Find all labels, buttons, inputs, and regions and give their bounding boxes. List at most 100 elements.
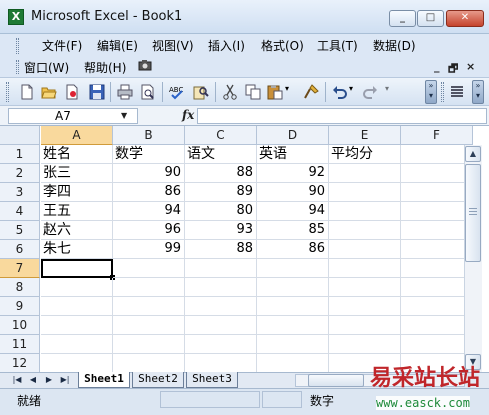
cell-f10[interactable]: [401, 316, 473, 335]
cell-c7[interactable]: [185, 259, 257, 278]
sheet-tab-sheet2[interactable]: Sheet2: [132, 372, 184, 388]
row-header-1[interactable]: 1: [0, 145, 40, 164]
cell-b4[interactable]: 94: [113, 202, 185, 221]
cell-b8[interactable]: [113, 278, 185, 297]
cell-e7[interactable]: [329, 259, 401, 278]
row-header-9[interactable]: 9: [0, 297, 40, 316]
name-box[interactable]: A7: [8, 108, 138, 124]
insert-function-icon[interactable]: fx: [182, 108, 194, 122]
print-icon[interactable]: [117, 84, 133, 100]
cell-a8[interactable]: [41, 278, 113, 297]
cell-b7[interactable]: [113, 259, 185, 278]
menu-help[interactable]: 帮助(H): [84, 59, 126, 76]
column-header-c[interactable]: C: [185, 126, 257, 145]
row-header-11[interactable]: 11: [0, 335, 40, 354]
cell-d1[interactable]: 英语: [257, 145, 329, 164]
cell-f6[interactable]: [401, 240, 473, 259]
menu-data[interactable]: 数据(D): [373, 37, 416, 54]
close-button[interactable]: ✕: [446, 10, 484, 27]
cell-c2[interactable]: 88: [185, 164, 257, 183]
cell-a4[interactable]: 王五: [41, 202, 113, 221]
print-preview-icon[interactable]: [140, 84, 156, 100]
row-header-6[interactable]: 6: [0, 240, 40, 259]
save-icon[interactable]: [89, 84, 105, 100]
cell-f4[interactable]: [401, 202, 473, 221]
column-header-d[interactable]: D: [257, 126, 329, 145]
cell-d7[interactable]: [257, 259, 329, 278]
formula-input[interactable]: [197, 108, 487, 124]
menu-edit[interactable]: 编辑(E): [97, 37, 138, 54]
menu-view[interactable]: 视图(V): [152, 37, 194, 54]
doc-close-button[interactable]: ×: [466, 60, 475, 73]
scroll-up-button[interactable]: ▲: [465, 146, 481, 162]
row-header-3[interactable]: 3: [0, 183, 40, 202]
cell-e6[interactable]: [329, 240, 401, 259]
menu-tools[interactable]: 工具(T): [317, 37, 358, 54]
vertical-scroll-thumb[interactable]: [465, 164, 481, 262]
row-header-12[interactable]: 12: [0, 354, 40, 372]
redo-dropdown-icon[interactable]: ▾: [385, 84, 401, 100]
menu-window[interactable]: 窗口(W): [24, 59, 69, 76]
cell-c10[interactable]: [185, 316, 257, 335]
cell-e10[interactable]: [329, 316, 401, 335]
cell-a7[interactable]: [41, 259, 113, 278]
cell-b11[interactable]: [113, 335, 185, 354]
cell-e4[interactable]: [329, 202, 401, 221]
column-header-a[interactable]: A: [41, 126, 113, 145]
paste-dropdown-icon[interactable]: ▾: [285, 84, 301, 100]
row-header-10[interactable]: 10: [0, 316, 40, 335]
cut-icon[interactable]: [222, 84, 238, 100]
row-header-4[interactable]: 4: [0, 202, 40, 221]
menu-grip-row2[interactable]: [16, 60, 19, 74]
first-sheet-button[interactable]: |◀: [11, 373, 23, 387]
cell-f8[interactable]: [401, 278, 473, 297]
toolbar-options-button-2[interactable]: » ▾: [472, 80, 484, 104]
cell-a6[interactable]: 朱七: [41, 240, 113, 259]
cell-c4[interactable]: 80: [185, 202, 257, 221]
cell-e5[interactable]: [329, 221, 401, 240]
undo-icon[interactable]: [332, 84, 348, 100]
cell-c5[interactable]: 93: [185, 221, 257, 240]
cell-b5[interactable]: 96: [113, 221, 185, 240]
horizontal-scroll-thumb[interactable]: [308, 374, 364, 387]
redo-icon[interactable]: [362, 84, 378, 100]
minimize-button[interactable]: _: [389, 10, 416, 27]
cell-c9[interactable]: [185, 297, 257, 316]
worksheet-grid[interactable]: A B C D E F 1 姓名 数学 语文 英语 平均分 2 张三 90 88 92 3 李四 86 89 90 4 王五 9…: [0, 126, 489, 372]
row-header-5[interactable]: 5: [0, 221, 40, 240]
row-header-7[interactable]: 7: [0, 259, 40, 278]
cell-d11[interactable]: [257, 335, 329, 354]
cell-a2[interactable]: 张三: [41, 164, 113, 183]
menu-insert[interactable]: 插入(I): [208, 37, 245, 54]
cell-c6[interactable]: 88: [185, 240, 257, 259]
cell-f5[interactable]: [401, 221, 473, 240]
cell-d4[interactable]: 94: [257, 202, 329, 221]
cell-a1[interactable]: 姓名: [41, 145, 113, 164]
cell-a5[interactable]: 赵六: [41, 221, 113, 240]
cell-e9[interactable]: [329, 297, 401, 316]
cell-c1[interactable]: 语文: [185, 145, 257, 164]
cell-d3[interactable]: 90: [257, 183, 329, 202]
name-box-dropdown-icon[interactable]: ▼: [121, 111, 127, 120]
cell-b3[interactable]: 86: [113, 183, 185, 202]
menu-format[interactable]: 格式(O): [261, 37, 304, 54]
cell-c8[interactable]: [185, 278, 257, 297]
toolbar-options-button[interactable]: » ▾: [425, 80, 437, 104]
select-all-corner[interactable]: [0, 126, 40, 145]
cell-c12[interactable]: [185, 354, 257, 372]
menu-grip[interactable]: [16, 38, 19, 54]
prev-sheet-button[interactable]: ◀: [27, 373, 39, 387]
row-header-2[interactable]: 2: [0, 164, 40, 183]
cell-f2[interactable]: [401, 164, 473, 183]
cell-b1[interactable]: 数学: [113, 145, 185, 164]
new-icon[interactable]: [19, 84, 35, 100]
cell-c3[interactable]: 89: [185, 183, 257, 202]
cell-b9[interactable]: [113, 297, 185, 316]
toolbar-grip-2[interactable]: [441, 82, 444, 102]
cell-d12[interactable]: [257, 354, 329, 372]
cell-f3[interactable]: [401, 183, 473, 202]
cell-e3[interactable]: [329, 183, 401, 202]
copy-icon[interactable]: [245, 84, 261, 100]
menu-file[interactable]: 文件(F): [42, 37, 82, 54]
cell-b12[interactable]: [113, 354, 185, 372]
